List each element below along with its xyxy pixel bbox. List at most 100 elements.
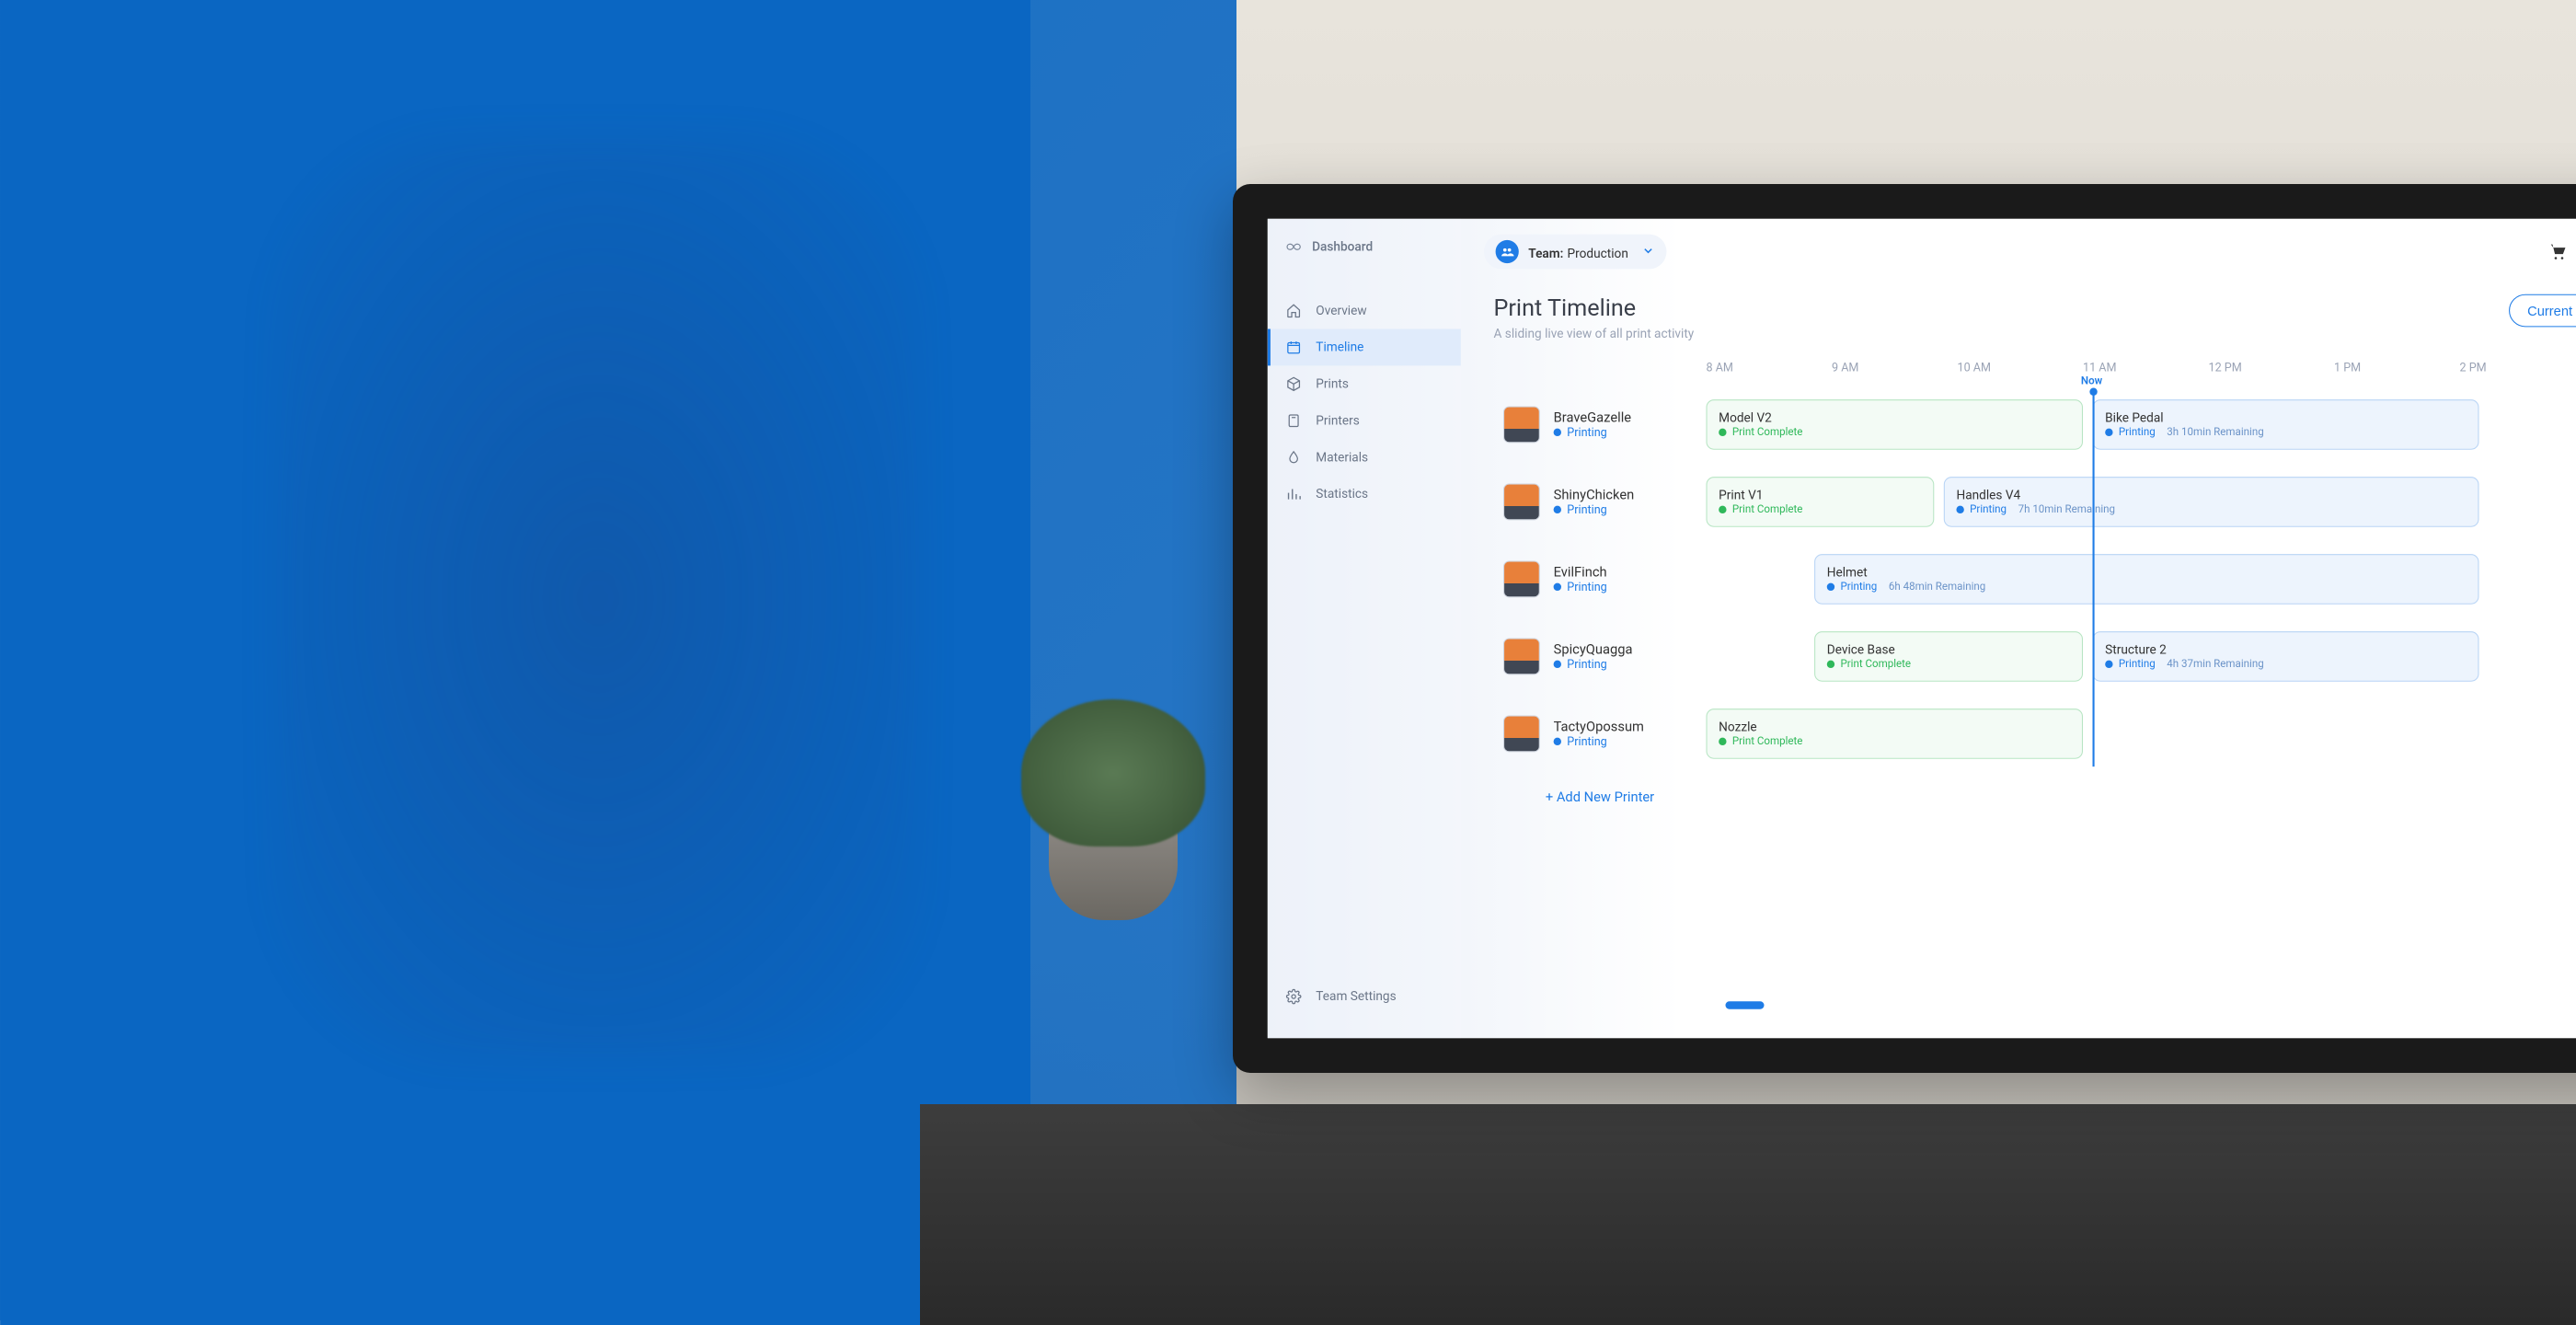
hour-label: 2 PM <box>2460 361 2576 392</box>
status-dot-icon <box>1719 505 1726 513</box>
job-status: Print Complete <box>1719 503 1922 516</box>
printer-row[interactable]: SpicyQuagga Printing <box>1494 624 1707 689</box>
hour-label: 8 AM <box>1707 361 1833 392</box>
now-indicator: Now <box>2093 392 2095 766</box>
nav-label: Statistics <box>1316 487 1368 501</box>
chevron-down-icon <box>1642 243 1656 261</box>
team-avatar-icon <box>1496 240 1519 263</box>
status-dot-icon <box>1554 506 1561 513</box>
hour-header: 8 AM9 AM10 AM11 AM12 PM1 PM2 PM <box>1707 361 2576 392</box>
printer-name: EvilFinch <box>1554 565 1607 581</box>
printer-thumbnail <box>1503 407 1540 444</box>
dashboard-label: Dashboard <box>1312 239 1373 254</box>
scrollbar-thumb[interactable] <box>1726 1001 1765 1008</box>
job-status: Print Complete <box>1719 735 2070 748</box>
job-status: Print Complete <box>1719 426 2070 439</box>
status-dot-icon <box>1719 737 1726 744</box>
schedule-row: Helmet Printing6h 48min Remaining <box>1707 547 2576 612</box>
status-dot-icon <box>1719 428 1726 435</box>
schedule-row: Nozzle Print Complete <box>1707 701 2576 766</box>
job-title: Device Base <box>1827 643 2071 658</box>
printer-status: Printing <box>1554 658 1633 672</box>
cart-icon[interactable] <box>2548 242 2568 261</box>
page-subtitle: A sliding live view of all print activit… <box>1494 327 1695 341</box>
nav-timeline[interactable]: Timeline <box>1268 329 1461 366</box>
job-title: Print V1 <box>1719 489 1922 503</box>
printer-status: Printing <box>1554 426 1631 440</box>
job-remaining: 3h 10min Remaining <box>2167 426 2263 439</box>
nav-label: Materials <box>1316 450 1368 465</box>
now-label: Now <box>2081 374 2102 387</box>
printer-name: ShinyChicken <box>1554 488 1635 503</box>
printer-thumbnail <box>1503 639 1540 675</box>
printer-icon <box>1285 412 1303 430</box>
horizontal-scrollbar[interactable] <box>1716 1001 2576 1008</box>
job-card[interactable]: Handles V4 Printing7h 10min Remaining <box>1944 477 2479 527</box>
team-value: Production <box>1567 247 1627 261</box>
nav-materials[interactable]: Materials <box>1268 439 1461 476</box>
home-icon <box>1285 302 1303 319</box>
nav-label: Team Settings <box>1316 989 1396 1004</box>
nav-statistics[interactable]: Statistics <box>1268 476 1461 513</box>
job-card[interactable]: Structure 2 Printing4h 37min Remaining <box>2093 631 2479 682</box>
status-dot-icon <box>2105 428 2112 435</box>
printer-row[interactable]: TactyOpossum Printing <box>1494 701 1707 766</box>
job-card[interactable]: Print V1 Print Complete <box>1707 477 1935 527</box>
nav-label: Timeline <box>1316 340 1363 355</box>
job-remaining: 4h 37min Remaining <box>2167 658 2263 671</box>
printer-row[interactable]: ShinyChicken Printing <box>1494 469 1707 535</box>
app-window: Dashboard Overview Timeline <box>1233 184 2576 1073</box>
job-status: Printing4h 37min Remaining <box>2105 658 2467 671</box>
printer-row[interactable]: BraveGazelle Printing <box>1494 392 1707 457</box>
printer-row[interactable]: EvilFinch Printing <box>1494 547 1707 612</box>
status-dot-icon <box>1827 582 1834 590</box>
status-dot-icon <box>1554 429 1561 436</box>
hour-label: 1 PM <box>2334 361 2460 392</box>
printer-thumbnail <box>1503 716 1540 753</box>
printer-name: BraveGazelle <box>1554 410 1631 426</box>
printer-column: BraveGazelle Printing ShinyChicken Print… <box>1494 361 1707 1015</box>
topbar: Team: Production <box>1461 219 2576 284</box>
job-title: Handles V4 <box>1956 489 2466 503</box>
job-status: Print Complete <box>1827 658 2071 671</box>
schedule-row: Print V1 Print Complete Handles V4 Print… <box>1707 469 2576 535</box>
add-printer-button[interactable]: + Add New Printer <box>1494 778 1707 817</box>
status-dot-icon <box>1554 738 1561 745</box>
job-card[interactable]: Device Base Print Complete <box>1814 631 2083 682</box>
main: Team: Production <box>1461 219 2576 1038</box>
schedule-row: Model V2 Print Complete Bike Pedal Print… <box>1707 392 2576 457</box>
status-dot-icon <box>1554 583 1561 591</box>
job-card[interactable]: Model V2 Print Complete <box>1707 399 2084 450</box>
page-title: Print Timeline <box>1494 294 1695 321</box>
job-card[interactable]: Bike Pedal Printing3h 10min Remaining <box>2093 399 2479 450</box>
current-time-button[interactable]: Current Time <box>2509 294 2576 328</box>
printer-status: Printing <box>1554 735 1644 749</box>
job-card[interactable]: Helmet Printing6h 48min Remaining <box>1814 554 2478 605</box>
status-dot-icon <box>1827 660 1834 667</box>
nav-overview[interactable]: Overview <box>1268 293 1461 329</box>
team-selector[interactable]: Team: Production <box>1484 235 1667 270</box>
printer-thumbnail <box>1503 561 1540 598</box>
nav-team-settings[interactable]: Team Settings <box>1268 974 1461 1019</box>
job-card[interactable]: Nozzle Print Complete <box>1707 709 2084 759</box>
now-dot-icon <box>2089 388 2097 396</box>
job-status: Printing7h 10min Remaining <box>1956 503 2466 516</box>
nav-prints[interactable]: Prints <box>1268 365 1461 402</box>
job-title: Nozzle <box>1719 720 2070 735</box>
nav-printers[interactable]: Printers <box>1268 402 1461 439</box>
hour-label: 9 AM <box>1832 361 1958 392</box>
job-title: Structure 2 <box>2105 643 2467 658</box>
job-title: Bike Pedal <box>2105 411 2467 426</box>
job-status: Printing6h 48min Remaining <box>1827 581 2467 593</box>
logo-row: Dashboard <box>1268 238 1461 273</box>
gear-icon <box>1285 988 1303 1006</box>
job-title: Helmet <box>1827 566 2467 581</box>
printer-thumbnail <box>1503 484 1540 521</box>
cube-icon <box>1285 375 1303 393</box>
job-status: Printing3h 10min Remaining <box>2105 426 2467 439</box>
printer-status: Printing <box>1554 581 1607 594</box>
calendar-icon <box>1285 339 1303 356</box>
nav: Overview Timeline Prints <box>1268 293 1461 513</box>
hour-label: 12 PM <box>2209 361 2335 392</box>
printer-status: Printing <box>1554 503 1635 517</box>
